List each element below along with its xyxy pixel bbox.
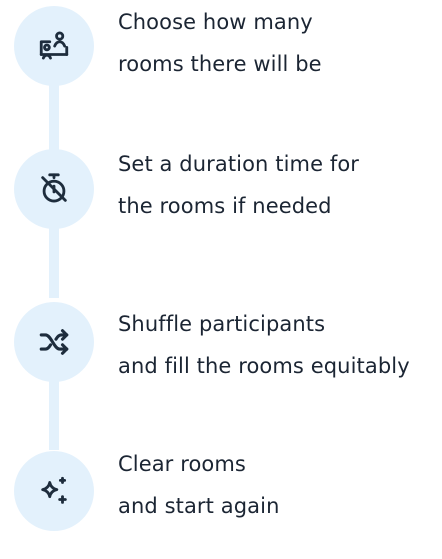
step-text-line: and fill the rooms equitably bbox=[118, 354, 410, 378]
step-text-line: Shuffle participants bbox=[118, 312, 326, 336]
sparkles-icon bbox=[37, 474, 71, 508]
rooms-icon bbox=[37, 29, 71, 63]
step-text-line: rooms there will be bbox=[118, 52, 322, 76]
step-clear-rooms: Clear rooms and start again bbox=[0, 449, 442, 559]
step-text-line: Choose how many bbox=[118, 10, 313, 34]
step-set-duration: Set a duration time for the rooms if nee… bbox=[0, 143, 442, 253]
step-choose-rooms: Choose how many rooms there will be bbox=[0, 0, 442, 110]
timer-off-icon bbox=[37, 172, 71, 206]
step-icon-circle bbox=[14, 302, 94, 382]
step-text: Clear rooms and start again bbox=[118, 443, 440, 527]
step-icon-circle bbox=[14, 451, 94, 531]
step-text-line: Clear rooms bbox=[118, 452, 246, 476]
step-text: Set a duration time for the rooms if nee… bbox=[118, 143, 440, 227]
step-icon-circle bbox=[14, 149, 94, 229]
step-text-line: the rooms if needed bbox=[118, 194, 332, 218]
step-text: Shuffle participants and fill the rooms … bbox=[118, 303, 440, 387]
step-text-line: Set a duration time for bbox=[118, 152, 360, 176]
step-shuffle: Shuffle participants and fill the rooms … bbox=[0, 297, 442, 407]
step-icon-circle bbox=[14, 6, 94, 86]
step-text: Choose how many rooms there will be bbox=[118, 1, 440, 85]
step-text-line: and start again bbox=[118, 494, 280, 518]
steps-timeline: Choose how many rooms there will be Set … bbox=[0, 0, 442, 531]
shuffle-icon bbox=[37, 325, 71, 359]
